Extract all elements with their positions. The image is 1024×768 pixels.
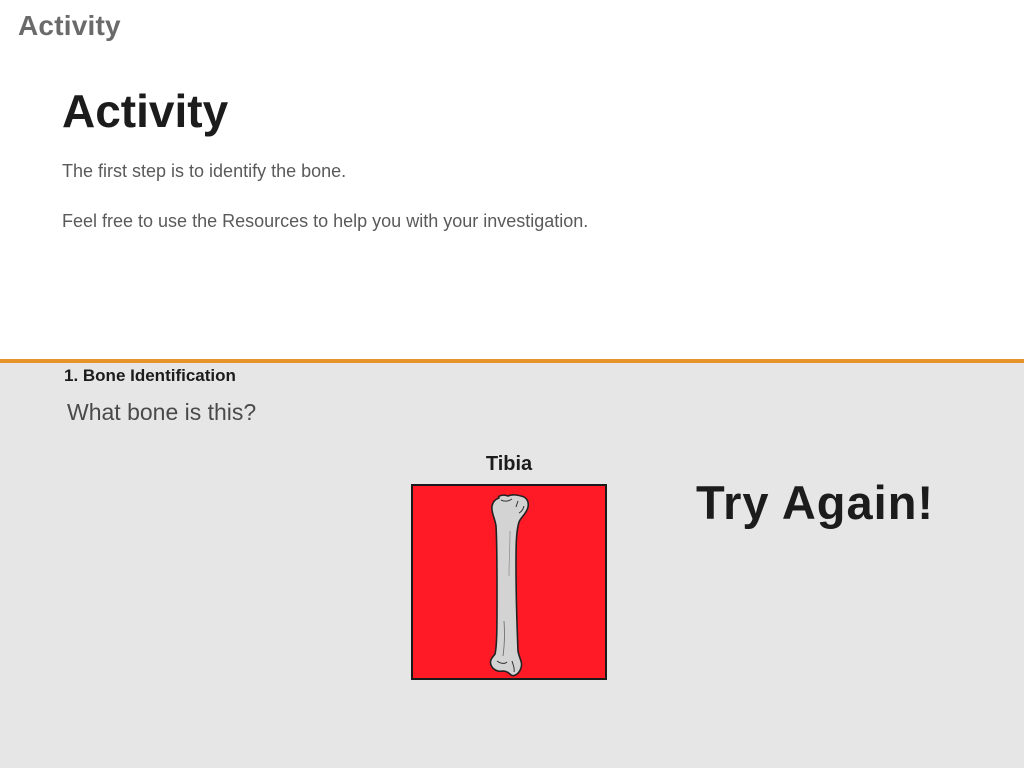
bone-icon: [489, 494, 530, 677]
activity-header-area: Activity Activity The first step is to i…: [0, 0, 1024, 359]
card-label: Tibia: [485, 453, 533, 475]
section-title: 1. Bone Identification: [64, 366, 236, 385]
instruction-text: Feel free to use the Resources to help y…: [62, 211, 589, 231]
feedback-message: Try Again!: [696, 476, 935, 529]
question-text: What bone is this?: [67, 399, 257, 425]
instruction-text: The first step is to identify the bone.: [62, 161, 347, 181]
question-panel: 1. Bone Identification What bone is this…: [0, 363, 1024, 768]
app-title: Activity: [18, 10, 121, 41]
page-title: Activity: [62, 85, 229, 137]
bone-answer-card[interactable]: [411, 484, 607, 680]
